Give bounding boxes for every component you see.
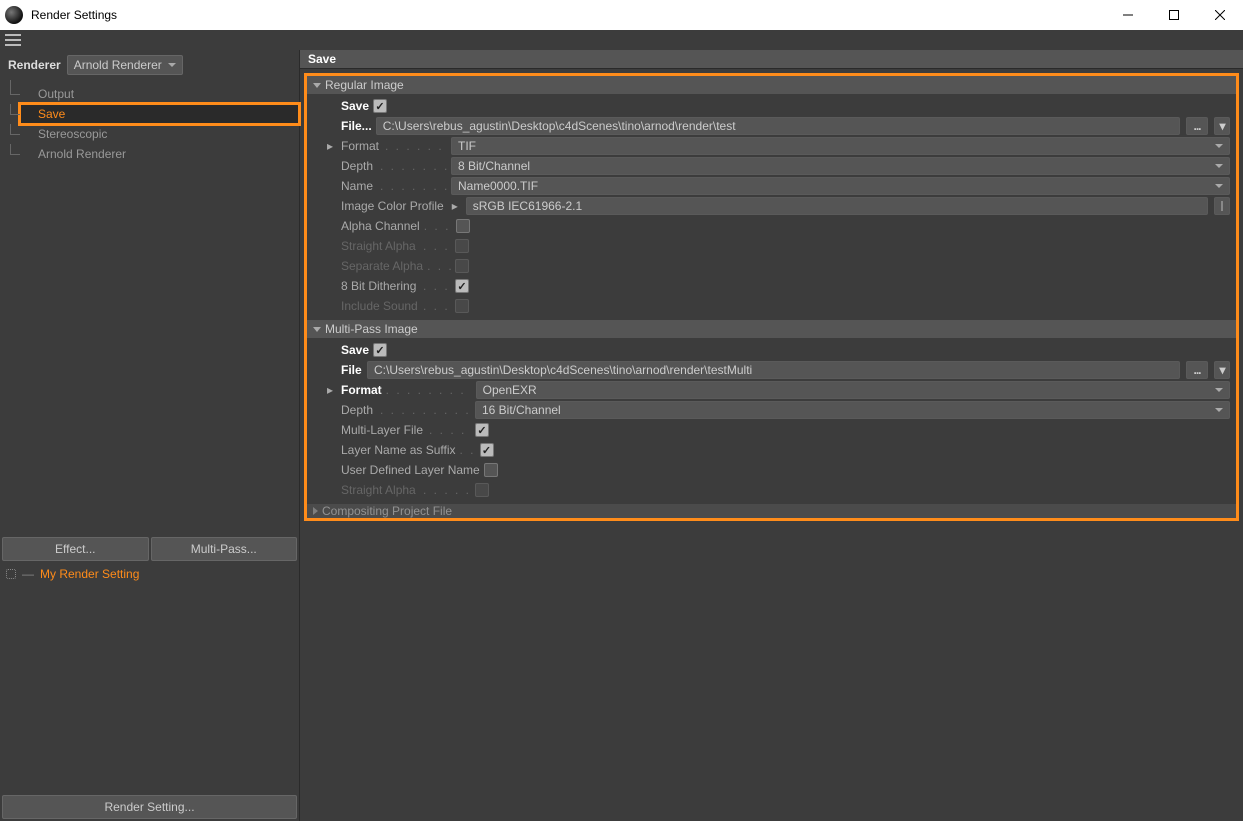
name-label: Name: [341, 179, 376, 193]
include-sound-checkbox: [455, 299, 469, 313]
mp-file-input[interactable]: C:\Users\rebus_agustin\Desktop\c4dScenes…: [367, 361, 1180, 379]
minimize-button[interactable]: [1105, 0, 1151, 30]
close-button[interactable]: [1197, 0, 1243, 30]
expand-icon[interactable]: ▸: [327, 139, 337, 153]
user-layer-label: User Defined Layer Name: [341, 463, 480, 477]
regular-depth-select[interactable]: 8 Bit/Channel: [451, 157, 1230, 175]
layer-suffix-label: Layer Name as Suffix: [341, 443, 456, 457]
highlighted-panel: Regular Image Save File... C:\Users\rebu…: [304, 73, 1239, 521]
render-setting-button[interactable]: Render Setting...: [2, 795, 297, 819]
hamburger-icon[interactable]: [5, 34, 21, 46]
separate-alpha-label: Separate Alpha: [341, 259, 423, 273]
settings-tree: Output Save Stereoscopic Arnold Renderer: [0, 80, 299, 164]
separate-alpha-checkbox: [455, 259, 469, 273]
caret-right-icon: [313, 507, 318, 515]
format-label: Format: [341, 139, 381, 153]
mp-save-label: Save: [341, 343, 369, 357]
file-label[interactable]: File...: [341, 119, 372, 133]
regular-save-checkbox[interactable]: [373, 99, 387, 113]
mp-straight-alpha-checkbox: [475, 483, 489, 497]
mp-format-select[interactable]: OpenEXR: [476, 381, 1230, 399]
mp-dropdown-arrow-icon[interactable]: ▾: [1214, 361, 1230, 379]
depth-label: Depth: [341, 159, 376, 173]
straight-alpha-checkbox: [455, 239, 469, 253]
content-header: Save: [300, 50, 1243, 69]
maximize-button[interactable]: [1151, 0, 1197, 30]
tree-item-stereoscopic[interactable]: Stereoscopic: [20, 124, 299, 144]
mp-depth-label: Depth: [341, 403, 376, 417]
layer-suffix-checkbox[interactable]: [480, 443, 494, 457]
include-sound-label: Include Sound: [341, 299, 419, 313]
effect-button[interactable]: Effect...: [2, 537, 149, 561]
tree-item-arnold[interactable]: Arnold Renderer: [20, 144, 299, 164]
renderer-row: Renderer Arnold Renderer: [0, 50, 299, 80]
mp-file-label: File: [341, 363, 363, 377]
chevron-right-icon[interactable]: ▸: [452, 199, 458, 213]
straight-alpha-label: Straight Alpha: [341, 239, 419, 253]
renderer-dropdown[interactable]: Arnold Renderer: [67, 55, 183, 75]
expand-icon[interactable]: ▸: [327, 383, 337, 397]
mp-straight-alpha-label: Straight Alpha: [341, 483, 419, 497]
my-render-setting[interactable]: — My Render Setting: [0, 563, 299, 585]
caret-down-icon: [313, 327, 321, 332]
dropdown-arrow-icon[interactable]: ▾: [1214, 117, 1230, 135]
dithering-checkbox[interactable]: [455, 279, 469, 293]
section-multipass-header[interactable]: Multi-Pass Image: [307, 320, 1236, 338]
menubar: [0, 30, 1243, 50]
color-profile-input[interactable]: sRGB IEC61966-2.1: [466, 197, 1208, 215]
titlebar: Render Settings: [0, 0, 1243, 30]
mp-depth-select[interactable]: 16 Bit/Channel: [475, 401, 1230, 419]
mp-format-label: Format: [341, 383, 382, 397]
multipass-button[interactable]: Multi-Pass...: [151, 537, 298, 561]
sidebar: Renderer Arnold Renderer Output Save Ste…: [0, 50, 300, 821]
dithering-label: 8 Bit Dithering: [341, 279, 419, 293]
alpha-label: Alpha Channel: [341, 219, 420, 233]
regular-format-select[interactable]: TIF: [451, 137, 1230, 155]
section-compositing-header[interactable]: Compositing Project File: [307, 504, 1236, 518]
section-regular-header[interactable]: Regular Image: [307, 76, 1236, 94]
multilayer-label: Multi-Layer File: [341, 423, 425, 437]
content-panel: Save Regular Image Save File... C:\Users…: [300, 50, 1243, 821]
browse-button[interactable]: ...: [1186, 117, 1208, 135]
window-title: Render Settings: [31, 8, 117, 22]
user-layer-checkbox[interactable]: [484, 463, 498, 477]
slider-icon[interactable]: [1214, 197, 1230, 215]
app-icon: [5, 6, 23, 24]
regular-file-input[interactable]: C:\Users\rebus_agustin\Desktop\c4dScenes…: [376, 117, 1180, 135]
regular-name-select[interactable]: Name0000.TIF: [451, 177, 1230, 195]
tree-item-output[interactable]: Output: [20, 84, 299, 104]
alpha-checkbox[interactable]: [456, 219, 470, 233]
color-profile-label: Image Color Profile: [341, 199, 444, 213]
mp-browse-button[interactable]: ...: [1186, 361, 1208, 379]
mp-save-checkbox[interactable]: [373, 343, 387, 357]
renderer-label: Renderer: [8, 58, 61, 72]
setting-icon: [6, 569, 16, 579]
caret-down-icon: [313, 83, 321, 88]
tree-item-save[interactable]: Save: [20, 104, 299, 124]
save-label: Save: [341, 99, 369, 113]
multilayer-checkbox[interactable]: [475, 423, 489, 437]
